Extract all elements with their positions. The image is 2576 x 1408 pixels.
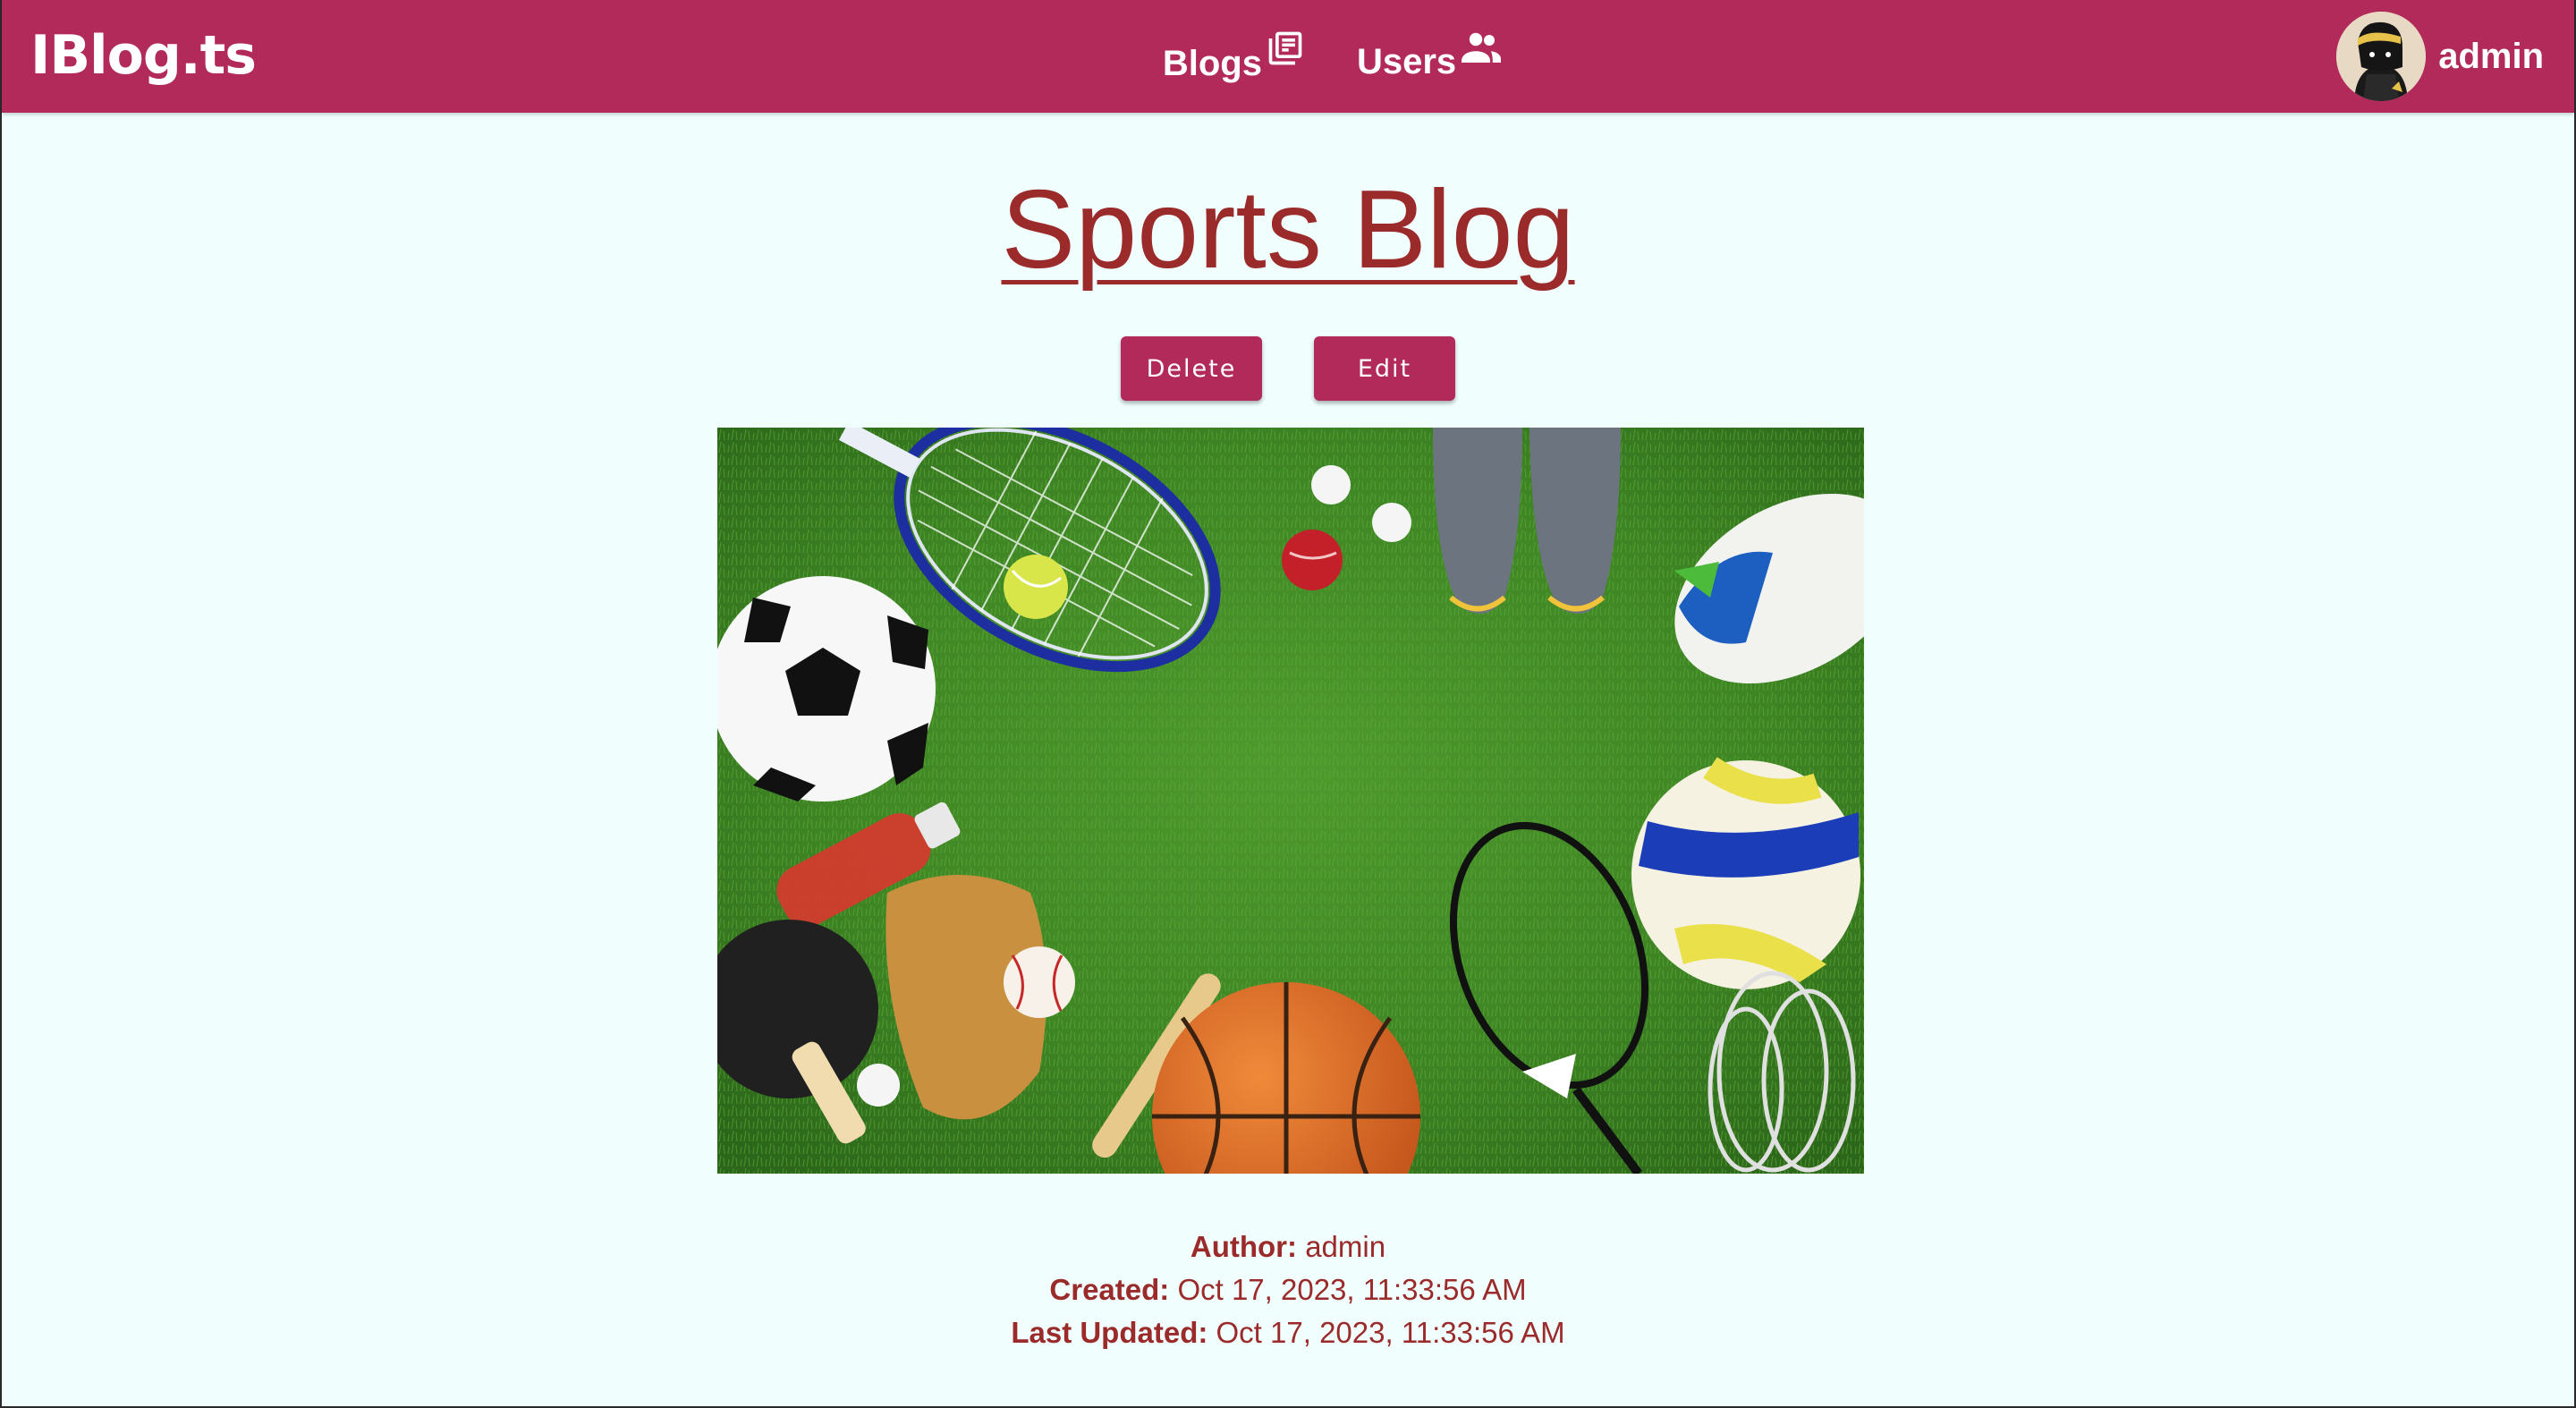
people-icon bbox=[1462, 32, 1502, 63]
nav-users-link[interactable]: Users bbox=[1357, 30, 1503, 82]
nav-blogs-label: Blogs bbox=[1162, 44, 1262, 83]
post-image bbox=[717, 428, 1864, 1174]
post-title[interactable]: Sports Blog bbox=[1001, 168, 1574, 292]
avatar[interactable] bbox=[2336, 12, 2427, 101]
created-label: Created: bbox=[1049, 1273, 1170, 1306]
updated-label: Last Updated: bbox=[1011, 1316, 1208, 1349]
updated-value: Oct 17, 2023, 11:33:56 AM bbox=[1216, 1316, 1565, 1349]
nav-users-label: Users bbox=[1356, 42, 1457, 81]
author-label: Author: bbox=[1190, 1230, 1298, 1263]
newspaper-icon bbox=[1268, 31, 1302, 65]
author-line: Author: admin bbox=[2, 1226, 2574, 1268]
post-actions: Delete Edit bbox=[2, 336, 2574, 401]
updated-line: Last Updated: Oct 17, 2023, 11:33:56 AM bbox=[2, 1311, 2574, 1354]
created-value: Oct 17, 2023, 11:33:56 AM bbox=[1177, 1273, 1527, 1306]
nav-blogs-link[interactable]: Blogs bbox=[1163, 29, 1305, 84]
post-meta: Author: admin Created: Oct 17, 2023, 11:… bbox=[2, 1226, 2574, 1354]
post-title-wrap: Sports Blog bbox=[2, 166, 2574, 293]
top-navbar: IBlog.ts Blogs Users admin bbox=[2, 0, 2574, 113]
edit-button[interactable]: Edit bbox=[1314, 336, 1455, 401]
created-line: Created: Oct 17, 2023, 11:33:56 AM bbox=[2, 1268, 2574, 1311]
nav-links: Blogs Users bbox=[2, 0, 2574, 113]
user-menu[interactable]: admin bbox=[2336, 11, 2544, 102]
username[interactable]: admin bbox=[2438, 37, 2544, 77]
author-value: admin bbox=[1305, 1230, 1386, 1263]
delete-button[interactable]: Delete bbox=[1121, 336, 1262, 401]
